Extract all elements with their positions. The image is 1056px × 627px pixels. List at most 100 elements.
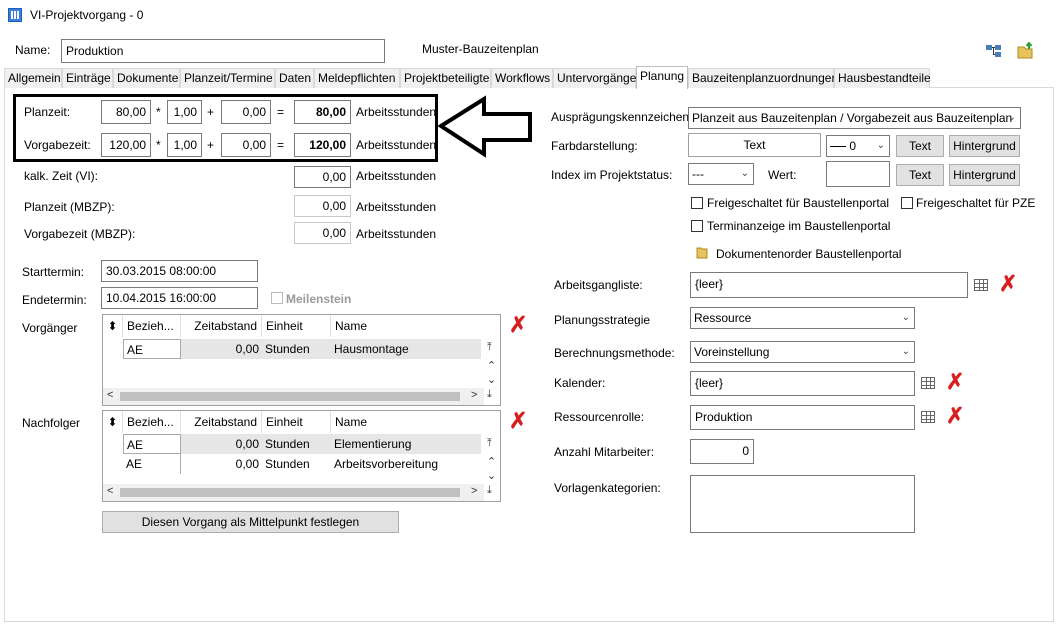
auspraegung-select[interactable]: Planzeit aus Bauzeitenplan / Vorgabezeit… (688, 107, 1021, 129)
index-label: Index im Projektstatus: (551, 168, 673, 182)
mittelpunkt-button[interactable]: Diesen Vorgang als Mittelpunkt festlegen (102, 511, 399, 533)
arbeitsgangliste-input[interactable]: {leer} (690, 272, 968, 298)
freigeschaltet-baustellenportal-checkbox[interactable] (691, 197, 703, 209)
index-select[interactable]: --- ⌄ (688, 163, 754, 185)
cell-bez[interactable]: AE (123, 339, 181, 359)
table-row[interactable]: AE 0,00 Stunden Elementierung (123, 434, 481, 454)
tab-workflows[interactable]: Workflows (491, 68, 553, 88)
scroll-down-icon[interactable]: ⌄ (487, 373, 496, 386)
vorgaenger-grid[interactable]: ⬍ Bezieh... Zeitabstand Einheit Name AE … (102, 314, 501, 406)
tab-eintraege[interactable]: Einträge (62, 68, 113, 88)
dokumentenorder-link[interactable]: Dokumentenorder Baustellenportal (716, 247, 901, 261)
scroll-up-icon[interactable]: ⌃ (487, 359, 496, 372)
tab-untervorgaenge[interactable]: Untervorgänge (553, 68, 636, 88)
scroll-left-icon[interactable]: < (107, 389, 113, 401)
col-bezieh[interactable]: Bezieh... (123, 315, 181, 337)
chevron-down-icon: ⌄ (1007, 112, 1016, 123)
planzeit-b-input[interactable]: 1,00 (167, 100, 202, 124)
col-einheit[interactable]: Einheit (262, 315, 331, 337)
scroll-top-icon[interactable]: ⤒ (487, 341, 492, 354)
vorlagenkategorien-input[interactable] (690, 475, 915, 533)
terminanzeige-label: Terminanzeige im Baustellenportal (707, 219, 891, 233)
scroll-top-icon[interactable]: ⤒ (487, 437, 492, 450)
hierarchy-icon[interactable] (985, 44, 1003, 58)
delete-vorgaenger-icon[interactable]: ✗ (509, 314, 527, 336)
tab-allgemein[interactable]: Allgemein (4, 68, 62, 88)
ressourcenrolle-input[interactable]: Produktion (690, 405, 915, 430)
delete-kalender-icon[interactable]: ✗ (946, 371, 964, 393)
tab-planung[interactable]: Planung (636, 66, 688, 89)
delete-ressourcenrolle-icon[interactable]: ✗ (946, 405, 964, 427)
name-label: Name: (15, 43, 51, 57)
horizontal-scrollbar[interactable]: < > (103, 388, 484, 405)
sort-icon[interactable]: ⬍ (103, 411, 123, 433)
planzeit-c-input[interactable]: 0,00 (221, 100, 271, 124)
horizontal-scrollbar[interactable]: < > (103, 484, 484, 501)
folder-icon[interactable] (696, 245, 708, 259)
scrollbar-thumb[interactable] (120, 392, 460, 401)
kalender-input[interactable]: {leer} (690, 371, 915, 396)
col-zeitabstand[interactable]: Zeitabstand (181, 315, 262, 337)
scroll-down-icon[interactable]: ⌄ (487, 469, 496, 482)
berechnungsmethode-select[interactable]: Voreinstellung ⌄ (690, 341, 915, 363)
text-color-button-2[interactable]: Text (896, 164, 944, 186)
nachfolger-grid[interactable]: ⬍ Bezieh... Zeitabstand Einheit Name AE … (102, 410, 501, 502)
delete-nachfolger-icon[interactable]: ✗ (509, 410, 527, 432)
anzahl-mitarbeiter-input[interactable]: 0 (690, 439, 754, 464)
freigeschaltet-pze-label: Freigeschaltet für PZE (916, 196, 1036, 210)
scrollbar-thumb[interactable] (120, 488, 460, 497)
starttermin-input[interactable]: 30.03.2015 08:00:00 (101, 260, 258, 282)
scroll-left-icon[interactable]: < (107, 485, 113, 497)
tab-hausbestandteile[interactable]: Hausbestandteile (834, 68, 931, 88)
endetermin-input[interactable]: 10.04.2015 16:00:00 (101, 287, 258, 309)
planzeit-a-input[interactable]: 80,00 (101, 100, 151, 124)
meilenstein-checkbox[interactable] (271, 292, 283, 304)
tab-meldepflichten[interactable]: Meldepflichten (314, 68, 400, 88)
scroll-right-icon[interactable]: > (471, 485, 477, 497)
vorgaenger-label: Vorgänger (22, 321, 78, 335)
vorgabezeit-c-input[interactable]: 0,00 (221, 133, 271, 157)
name-input[interactable]: Produktion (61, 39, 385, 63)
table-row[interactable]: AE 0,00 Stunden Arbeitsvorbereitung (123, 454, 481, 474)
text-color-button[interactable]: Text (896, 135, 944, 157)
sort-icon[interactable]: ⬍ (103, 315, 123, 337)
cell-bez[interactable]: AE (123, 454, 181, 474)
col-zeitabstand[interactable]: Zeitabstand (181, 411, 262, 433)
vorgabezeit-a-input[interactable]: 120,00 (101, 133, 151, 157)
vorgabezeit-b-input[interactable]: 1,00 (167, 133, 202, 157)
line-sample-icon (830, 146, 846, 148)
table-lookup-icon[interactable] (974, 279, 988, 291)
tab-projektbeteiligte[interactable]: Projektbeteiligte (400, 68, 491, 88)
background-color-button[interactable]: Hintergrund (949, 135, 1020, 157)
table-lookup-icon[interactable] (921, 411, 935, 423)
cell-bez[interactable]: AE (123, 434, 181, 454)
col-bezieh[interactable]: Bezieh... (123, 411, 181, 433)
kalk-zeit-unit: Arbeitsstunden (356, 169, 437, 183)
multiply-sign: * (156, 138, 161, 152)
planungsstrategie-select[interactable]: Ressource ⌄ (690, 307, 915, 329)
col-einheit[interactable]: Einheit (262, 411, 331, 433)
vorgabezeit-label: Vorgabezeit: (24, 138, 91, 152)
folder-export-icon[interactable] (1017, 41, 1035, 60)
scroll-up-icon[interactable]: ⌃ (487, 455, 496, 468)
col-name[interactable]: Name (331, 315, 487, 337)
tab-bauzeitenplanzuordnungen[interactable]: Bauzeitenplanzuordnungen (688, 68, 838, 88)
vorgabezeit-mbzp-value: 0,00 (294, 222, 351, 244)
freigeschaltet-pze-checkbox[interactable] (901, 197, 913, 209)
annotation-arrow (437, 95, 532, 158)
terminanzeige-checkbox[interactable] (691, 220, 703, 232)
scroll-right-icon[interactable]: > (471, 389, 477, 401)
scroll-bottom-icon[interactable]: ⤓ (487, 388, 492, 401)
table-row[interactable]: AE 0,00 Stunden Hausmontage (123, 339, 481, 359)
line-width-select[interactable]: 0 ⌄ (826, 135, 890, 157)
tab-planzeit-termine[interactable]: Planzeit/Termine (180, 68, 275, 88)
wert-input[interactable] (826, 161, 890, 187)
tab-dokumente[interactable]: Dokumente (113, 68, 180, 88)
delete-arbeitsgangliste-icon[interactable]: ✗ (999, 273, 1017, 295)
scroll-bottom-icon[interactable]: ⤓ (487, 484, 492, 497)
kalk-zeit-input[interactable]: 0,00 (294, 166, 351, 188)
tab-daten[interactable]: Daten (275, 68, 314, 88)
table-lookup-icon[interactable] (921, 377, 935, 389)
background-color-button-2[interactable]: Hintergrund (949, 164, 1020, 186)
col-name[interactable]: Name (331, 411, 487, 433)
